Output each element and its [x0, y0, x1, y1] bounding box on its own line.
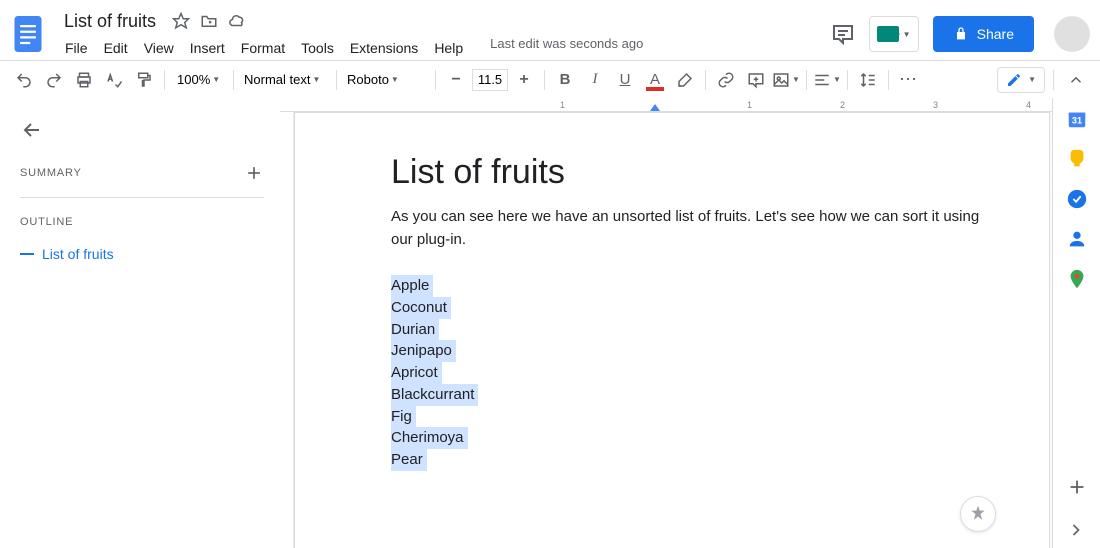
tasks-icon[interactable]	[1066, 188, 1088, 210]
menu-file[interactable]: File	[58, 36, 95, 60]
ruler-mark: 4	[1026, 100, 1031, 110]
redo-button[interactable]	[40, 66, 68, 94]
zoom-select[interactable]: 100%▼	[171, 68, 227, 92]
chevron-down-icon: ▼	[212, 75, 220, 84]
more-button[interactable]: ⋯	[895, 66, 923, 94]
summary-heading: SUMMARY	[20, 167, 82, 179]
line-spacing-button[interactable]	[854, 66, 882, 94]
bold-button[interactable]: B	[551, 66, 579, 94]
ruler-mark: 1	[560, 100, 565, 110]
italic-button[interactable]: I	[581, 66, 609, 94]
explore-icon	[968, 504, 988, 524]
undo-button[interactable]	[10, 66, 38, 94]
menu-edit[interactable]: Edit	[97, 36, 135, 60]
star-icon[interactable]	[172, 12, 190, 30]
list-item[interactable]: Jenipapo	[391, 340, 456, 362]
print-button[interactable]	[70, 66, 98, 94]
chevron-down-icon: ▼	[792, 75, 800, 84]
ruler-mark: 1	[747, 100, 752, 110]
list-item[interactable]: Pear	[391, 449, 427, 471]
camera-icon	[877, 26, 899, 42]
selected-text-block[interactable]: Apple Coconut Durian Jenipapo Apricot Bl…	[391, 275, 989, 471]
maps-icon[interactable]	[1066, 268, 1088, 290]
align-button[interactable]: ▼	[813, 66, 841, 94]
menu-help[interactable]: Help	[427, 36, 470, 60]
explore-button[interactable]	[960, 496, 996, 532]
chevron-down-icon: ▼	[1028, 75, 1036, 84]
editing-mode-button[interactable]: ▼	[997, 67, 1045, 93]
hide-menus-button[interactable]	[1062, 66, 1090, 94]
comment-history-icon[interactable]	[831, 22, 855, 46]
menu-extensions[interactable]: Extensions	[343, 36, 425, 60]
menu-insert[interactable]: Insert	[183, 36, 232, 60]
list-item[interactable]: Blackcurrant	[391, 384, 478, 406]
separator	[847, 70, 848, 90]
pencil-icon	[1006, 72, 1022, 88]
document-title[interactable]: List of fruits	[58, 9, 162, 34]
document-page[interactable]: List of fruits As you can see here we ha…	[294, 112, 1050, 548]
menu-format[interactable]: Format	[234, 36, 292, 60]
font-size-increase[interactable]: +	[510, 66, 538, 94]
add-addon-icon[interactable]	[1066, 476, 1088, 498]
keep-icon[interactable]	[1066, 148, 1088, 170]
list-item[interactable]: Fig	[391, 406, 416, 428]
meet-button[interactable]: ▼	[869, 16, 919, 52]
outline-item[interactable]: List of fruits	[20, 242, 264, 266]
separator	[1053, 70, 1054, 90]
separator	[544, 70, 545, 90]
outline-back-icon[interactable]	[20, 118, 44, 142]
underline-button[interactable]: U	[611, 66, 639, 94]
chevron-down-icon: ▼	[833, 75, 841, 84]
indent-marker-left[interactable]	[650, 104, 660, 111]
list-item[interactable]: Coconut	[391, 297, 451, 319]
font-select[interactable]: Roboto▼	[343, 68, 429, 92]
horizontal-ruler[interactable]: 1 1 2 3 4 5 6 7	[280, 98, 1052, 112]
insert-link-button[interactable]	[712, 66, 740, 94]
add-summary-icon[interactable]	[244, 163, 264, 183]
move-folder-icon[interactable]	[200, 12, 218, 30]
list-item[interactable]: Apricot	[391, 362, 442, 384]
account-avatar[interactable]	[1054, 16, 1090, 52]
calendar-icon[interactable]: 31	[1066, 108, 1088, 130]
separator	[888, 70, 889, 90]
list-item[interactable]: Apple	[391, 275, 433, 297]
highlight-color-button[interactable]	[671, 66, 699, 94]
share-button[interactable]: Share	[933, 16, 1034, 52]
paint-format-button[interactable]	[130, 66, 158, 94]
text-color-button[interactable]: A	[641, 66, 669, 94]
menu-tools[interactable]: Tools	[294, 36, 341, 60]
outline-heading: OUTLINE	[20, 216, 264, 228]
spellcheck-button[interactable]	[100, 66, 128, 94]
insert-image-button[interactable]: ▼	[772, 66, 800, 94]
svg-text:31: 31	[1071, 116, 1081, 126]
paragraph-styles-select[interactable]: Normal text▼	[240, 68, 330, 92]
list-item[interactable]: Durian	[391, 319, 439, 341]
menu-view[interactable]: View	[137, 36, 181, 60]
list-item[interactable]: Cherimoya	[391, 427, 468, 449]
ruler-mark: 2	[840, 100, 845, 110]
docs-logo-icon[interactable]	[10, 12, 46, 56]
collapse-side-panel-icon[interactable]	[1066, 520, 1086, 540]
outline-item-label: List of fruits	[42, 246, 114, 262]
chevron-down-icon: ▼	[312, 75, 320, 84]
separator	[705, 70, 706, 90]
font-size-input[interactable]: 11.5	[472, 69, 508, 91]
cloud-status-icon[interactable]	[228, 12, 246, 30]
add-comment-button[interactable]	[742, 66, 770, 94]
separator	[164, 70, 165, 90]
separator	[233, 70, 234, 90]
separator	[435, 70, 436, 90]
contacts-icon[interactable]	[1066, 228, 1088, 250]
document-heading[interactable]: List of fruits	[391, 153, 989, 192]
separator	[336, 70, 337, 90]
last-edit-status[interactable]: Last edit was seconds ago	[490, 36, 643, 60]
document-paragraph[interactable]: As you can see here we have an unsorted …	[391, 206, 989, 251]
separator	[806, 70, 807, 90]
ruler-mark: 3	[933, 100, 938, 110]
share-label: Share	[977, 26, 1014, 42]
chevron-down-icon: ▼	[391, 75, 399, 84]
font-size-decrease[interactable]: −	[442, 66, 470, 94]
lock-icon	[953, 26, 969, 42]
vertical-ruler[interactable]	[280, 112, 294, 548]
